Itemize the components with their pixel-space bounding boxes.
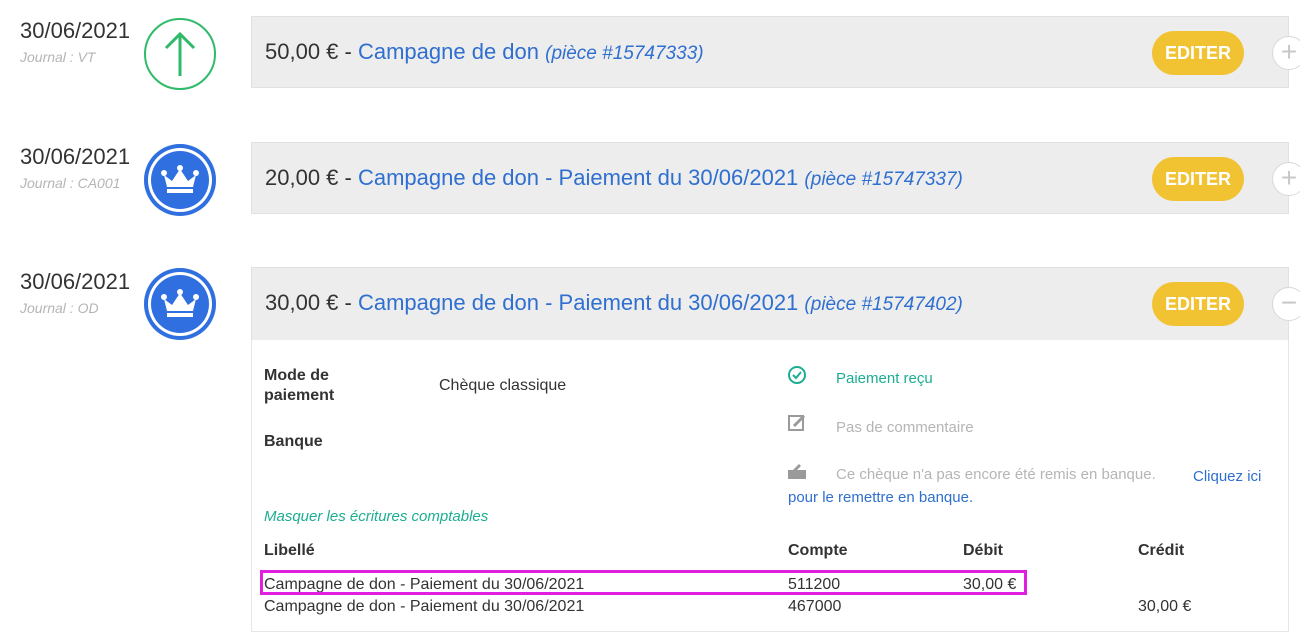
row-label: Campagne de don - Paiement du 30/06/2021 bbox=[264, 598, 585, 615]
entry-card[interactable]: 30,00 € - Campagne de don - Paiement du … bbox=[251, 267, 1289, 341]
entry-journal: Journal : VT bbox=[20, 49, 96, 65]
row-credit: 30,00 € bbox=[1138, 598, 1192, 615]
entry-piece: (pièce #15747337) bbox=[804, 169, 963, 190]
entry-card[interactable]: 50,00 € - Campagne de don (pièce #157473… bbox=[251, 16, 1289, 88]
separator: - bbox=[338, 165, 358, 190]
entry-card[interactable]: 20,00 € - Campagne de don - Paiement du … bbox=[251, 142, 1289, 214]
arrow-up-icon bbox=[144, 18, 216, 90]
row-account: 467000 bbox=[788, 598, 842, 615]
entry-amount: 50,00 € bbox=[265, 39, 339, 64]
entry-title-link[interactable]: Campagne de don bbox=[358, 39, 539, 64]
edit-comment-icon[interactable] bbox=[787, 413, 807, 438]
entry-date: 30/06/2021 bbox=[20, 144, 131, 169]
bank-label: Banque bbox=[264, 433, 323, 450]
header-debit: Débit bbox=[963, 542, 1003, 559]
expand-icon[interactable]: + bbox=[1272, 36, 1300, 70]
entry-piece: (pièce #15747402) bbox=[804, 294, 963, 315]
payment-mode-value: Chèque classique bbox=[439, 377, 567, 394]
deposit-link[interactable]: Cliquez ici pour le remettre en banque. bbox=[788, 466, 1278, 508]
row-highlight bbox=[260, 570, 1027, 595]
entry-title-link[interactable]: Campagne de don - Paiement du 30/06/2021 bbox=[358, 290, 798, 315]
header-label: Libellé bbox=[264, 542, 315, 559]
entry-piece: (pièce #15747333) bbox=[545, 43, 704, 64]
check-circle-icon bbox=[787, 365, 807, 390]
edit-button[interactable]: EDITER bbox=[1152, 157, 1244, 201]
payment-status: Paiement reçu bbox=[836, 370, 933, 387]
collapse-icon[interactable]: − bbox=[1272, 287, 1300, 321]
entry-amount: 20,00 € bbox=[265, 165, 339, 190]
crown-icon bbox=[144, 144, 216, 216]
edit-button[interactable]: EDITER bbox=[1152, 282, 1244, 326]
entry-date: 30/06/2021 bbox=[20, 18, 131, 43]
entry-title-link[interactable]: Campagne de don - Paiement du 30/06/2021 bbox=[358, 165, 798, 190]
entry-journal: Journal : CA001 bbox=[20, 175, 121, 191]
separator: - bbox=[338, 39, 358, 64]
entry-journal: Journal : OD bbox=[20, 300, 99, 316]
hide-entries-link[interactable]: Masquer les écritures comptables bbox=[264, 508, 488, 525]
separator: - bbox=[338, 290, 358, 315]
entry-amount: 30,00 € bbox=[265, 290, 339, 315]
entry-title: 50,00 € - Campagne de don (pièce #157473… bbox=[265, 39, 704, 65]
entry-date: 30/06/2021 bbox=[20, 269, 131, 294]
entry-title: 30,00 € - Campagne de don - Paiement du … bbox=[265, 290, 963, 316]
edit-button[interactable]: EDITER bbox=[1152, 31, 1244, 75]
header-credit: Crédit bbox=[1138, 542, 1185, 559]
expand-icon[interactable]: + bbox=[1272, 162, 1300, 196]
entry-title: 20,00 € - Campagne de don - Paiement du … bbox=[265, 165, 963, 191]
crown-icon bbox=[144, 268, 216, 340]
payment-mode-label: Mode de paiement bbox=[264, 367, 335, 404]
comment-status: Pas de commentaire bbox=[836, 419, 974, 436]
header-account: Compte bbox=[788, 542, 848, 559]
